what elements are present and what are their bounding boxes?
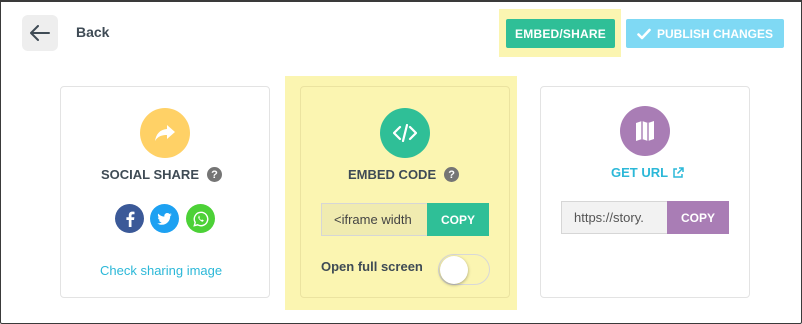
embed-copy-button[interactable]: COPY (427, 203, 489, 236)
top-border (0, 0, 802, 2)
facebook-icon[interactable] (115, 204, 144, 233)
url-field[interactable]: https://story. (561, 201, 668, 234)
embed-code-label: EMBED CODE (348, 167, 437, 182)
publish-changes-label: PUBLISH CHANGES (656, 26, 773, 41)
external-link-icon (673, 166, 684, 178)
toggle-knob (440, 256, 468, 284)
url-icon-circle (620, 106, 670, 156)
full-screen-toggle[interactable] (438, 254, 490, 285)
map-icon (636, 121, 654, 141)
help-icon[interactable]: ? (207, 167, 222, 182)
embed-share-button[interactable]: EMBED/SHARE (506, 19, 615, 48)
checkmark-icon (637, 28, 651, 39)
whatsapp-phone-icon (192, 211, 208, 227)
publish-changes-button[interactable]: PUBLISH CHANGES (626, 19, 784, 48)
arrow-left-icon (30, 25, 50, 41)
twitter-icon[interactable] (150, 204, 179, 233)
whatsapp-icon[interactable] (186, 204, 215, 233)
back-button[interactable] (22, 15, 58, 51)
check-sharing-image-link[interactable]: Check sharing image (100, 263, 222, 278)
embed-code-field[interactable]: <iframe width (321, 203, 428, 236)
back-label[interactable]: Back (76, 24, 109, 40)
twitter-bird-icon (157, 212, 172, 225)
facebook-glyph-icon (125, 211, 134, 227)
social-share-label: SOCIAL SHARE (101, 167, 199, 182)
share-icon-circle (140, 108, 190, 158)
help-icon[interactable]: ? (444, 167, 460, 182)
share-arrow-icon (155, 125, 175, 141)
social-share-title: SOCIAL SHARE ? (101, 167, 222, 182)
open-full-screen-label: Open full screen (321, 259, 423, 274)
url-copy-button[interactable]: COPY (667, 201, 729, 234)
embed-code-title: EMBED CODE ? (348, 167, 460, 182)
get-url-label: GET URL (611, 165, 669, 180)
embed-icon-circle (380, 108, 430, 158)
get-url-link[interactable]: GET URL (611, 165, 684, 180)
code-icon (393, 124, 417, 142)
